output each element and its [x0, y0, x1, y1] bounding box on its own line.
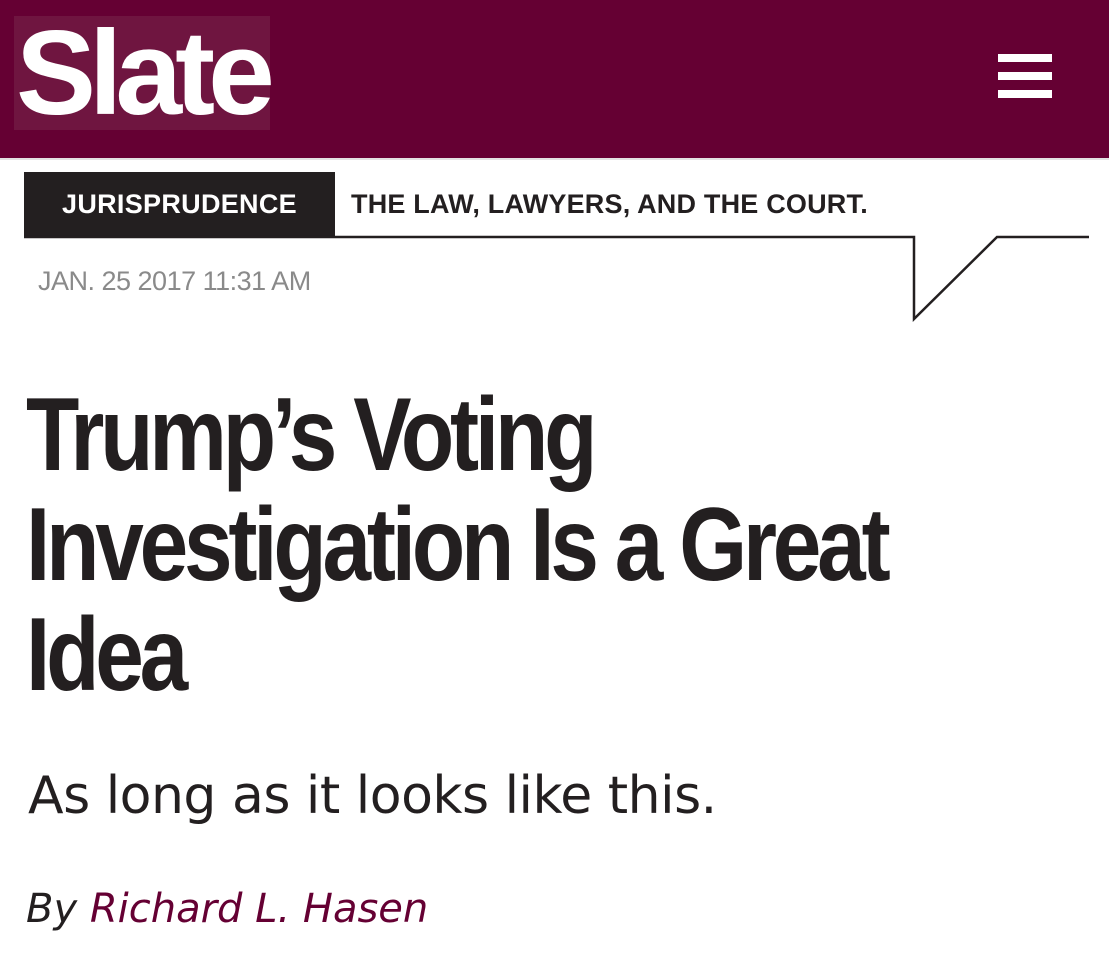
headline-line: Idea [26, 597, 188, 713]
article-date: JAN. 25 2017 11:31 AM [38, 266, 311, 296]
article-byline: By Richard L. Hasen [26, 884, 428, 934]
byline-prefix: By [26, 886, 78, 932]
article-headline: Trump’s Voting Investigation Is a Great … [26, 380, 1093, 710]
author-link[interactable]: Richard L. Hasen [90, 886, 428, 932]
headline-line: Investigation Is a Great [26, 487, 891, 603]
headline-line: Trump’s Voting [26, 377, 597, 493]
article-deck: As long as it looks like this. [28, 766, 717, 826]
